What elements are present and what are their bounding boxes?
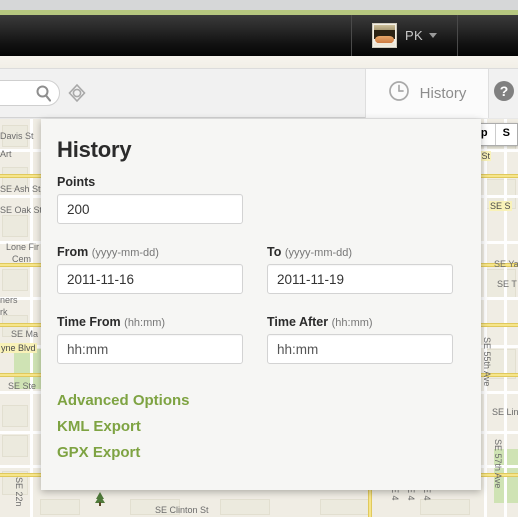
map-label: yne Blvd [0,343,37,353]
map-label: Davis St [0,131,34,141]
time-after-label-text: Time After [267,315,329,329]
time-after-format-hint: (hh:mm) [331,317,373,329]
page-title: History [57,137,132,162]
map-block [2,269,28,291]
time-range-row: Time From (hh:mm) Time After (hh:mm) [57,315,459,385]
points-field-group: Points [57,175,243,224]
locate-crosshair-icon[interactable] [66,82,88,109]
to-date-input[interactable] [267,264,453,294]
points-input[interactable] [57,194,243,224]
time-after-input[interactable] [267,334,453,364]
kml-export-link[interactable]: KML Export [57,418,459,435]
map-road [484,119,487,517]
to-label-text: To [267,245,282,259]
from-label: From (yyyy-mm-dd) [57,245,243,259]
advanced-options-link[interactable]: Advanced Options [57,392,459,409]
account-menu[interactable]: PK [351,15,458,56]
avatar [372,23,398,48]
search-input[interactable] [0,85,31,104]
from-field-group: From (yyyy-mm-dd) [57,245,243,294]
tab-history[interactable]: History [365,69,489,118]
to-format-hint: (yyyy-mm-dd) [284,247,353,259]
map-label: Art [0,149,12,159]
app-toolbar: History ? [0,68,518,118]
panel-links: Advanced Options KML Export GPX Export [57,392,459,461]
map-block [2,435,28,457]
tab-history-label: History [419,85,467,102]
map-block [40,499,80,515]
map-label: rk [0,307,8,317]
map-label: SE Ma [11,329,39,339]
map-type-satellite-button[interactable]: S [496,124,517,145]
map-label: SE T [497,279,517,289]
tree-marker-icon[interactable] [94,492,106,506]
help-button[interactable]: ? [489,69,518,118]
time-from-label-text: Time From [57,315,121,329]
history-panel: History Points From (yyyy-mm-dd) To (yyy… [41,119,481,490]
map-block [320,499,370,515]
from-format-hint: (yyyy-mm-dd) [91,247,159,259]
map-label: SE 55th Ave [482,337,492,387]
map-road [504,119,507,517]
map-label: SE Clinton St [155,505,209,515]
question-mark-icon: ? [493,80,515,107]
time-after-field-group: Time After (hh:mm) [267,315,453,364]
time-from-format-hint: (hh:mm) [124,317,166,329]
map-label: SE Lin [492,407,518,417]
time-from-field-group: Time From (hh:mm) [57,315,243,364]
time-from-input[interactable] [57,334,243,364]
gpx-export-link[interactable]: GPX Export [57,444,459,461]
from-date-input[interactable] [57,264,243,294]
search-icon[interactable] [36,85,52,107]
to-field-group: To (yyyy-mm-dd) [267,245,453,294]
from-label-text: From [57,245,89,259]
map-block [220,499,270,515]
clock-icon [388,80,410,107]
map-label: SE Ya [494,259,518,269]
map-label: ners [0,295,18,305]
time-from-label: Time From (hh:mm) [57,315,243,329]
map-label: Lone Fir [6,242,40,252]
chevron-down-icon [428,33,437,38]
map-road [30,119,33,517]
map-label: SE 57th Ave [493,439,503,489]
to-label: To (yyyy-mm-dd) [267,245,453,259]
points-label: Points [57,175,96,189]
time-after-label: Time After (hh:mm) [267,315,453,329]
account-name: PK [405,28,423,43]
secondary-bar [0,56,518,68]
svg-text:?: ? [499,83,508,99]
map-block [2,405,28,427]
map-label: SE Ash St [0,184,41,194]
map-label: SE Oak St [0,205,43,215]
map-label: SE Ste [8,381,37,391]
browser-window-top-strip [0,0,518,10]
map-block [2,215,28,237]
search-box[interactable] [0,80,60,106]
map-label: SE 22n [14,477,24,507]
date-range-row: From (yyyy-mm-dd) To (yyyy-mm-dd) [57,245,459,315]
map-block [420,499,470,515]
map-label: Cem [12,254,32,264]
map-label: SE S [489,201,512,211]
